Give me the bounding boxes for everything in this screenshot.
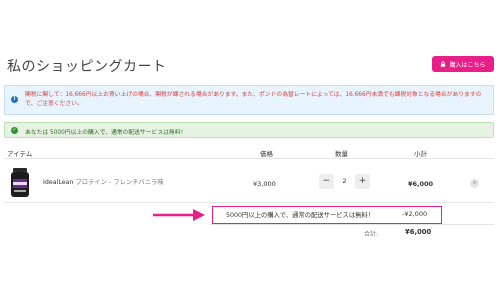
customs-info-text: 関税に関して：16,666円以上お買い上げの場合、関税が課される場合があります。… — [25, 92, 482, 107]
customs-info-alert: i 関税に関して：16,666円以上お買い上げの場合、関税が課される場合がありま… — [4, 85, 494, 115]
totals-divider — [210, 224, 494, 225]
qty-input[interactable]: 2 — [336, 174, 353, 189]
total-label: 合計: — [364, 231, 379, 238]
item-subtotal: ¥6,000 — [408, 180, 434, 188]
product-brand: IdealLean — [43, 179, 74, 186]
product-variant: プロテイン - フレンチバニラ味 — [75, 179, 164, 186]
column-header-subtotal: 小計 — [414, 150, 427, 158]
product-name[interactable]: IdealLean プロテイン - フレンチバニラ味 — [43, 177, 164, 186]
item-divider — [4, 202, 494, 203]
total-value: ¥6,000 — [405, 228, 432, 236]
product-image[interactable] — [9, 168, 31, 198]
free-shipping-message: 5000円以上の購入で、通常の配送サービスは無料！ — [50, 130, 187, 136]
checkout-button[interactable]: 購入はこちら — [432, 56, 494, 72]
qty-increase-button[interactable]: + — [355, 174, 370, 189]
qty-decrease-button[interactable]: − — [319, 174, 334, 189]
info-icon: i — [11, 96, 18, 103]
column-header-price: 価格 — [260, 150, 273, 158]
checkout-button-label: 購入はこちら — [449, 61, 486, 69]
page-title: 私のショッピングカート — [7, 59, 167, 75]
item-price: ¥3,000 — [253, 180, 276, 188]
remove-item-button[interactable]: × — [470, 179, 479, 188]
free-shipping-alert: ✓ あなたは 5000円以上の購入で、通常の配送サービスは無料！ — [4, 122, 494, 138]
free-shipping-text: あなたは 5000円以上の購入で、通常の配送サービスは無料！ — [25, 127, 186, 136]
header-divider — [4, 158, 494, 159]
arrow-right-icon — [153, 209, 205, 221]
free-shipping-prefix: あなたは — [25, 130, 49, 136]
discount-value: -¥2,000 — [402, 210, 428, 218]
column-header-qty: 数量 — [335, 150, 348, 158]
discount-label: 5000円以上の購入で、通常の配送サービスは無料！ — [226, 212, 375, 219]
lock-icon — [441, 61, 446, 67]
column-header-item: アイテム — [7, 150, 33, 158]
check-circle-icon: ✓ — [11, 127, 18, 134]
